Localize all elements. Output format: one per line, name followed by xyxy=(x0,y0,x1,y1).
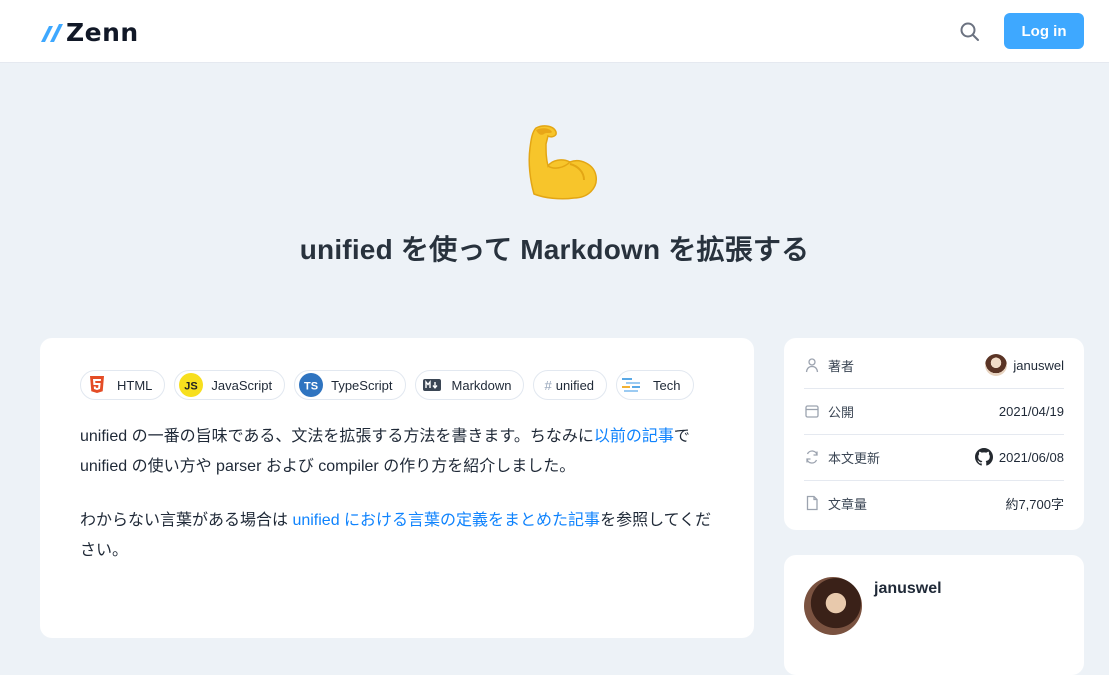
html5-icon xyxy=(85,373,109,397)
logo-text: Zenn xyxy=(66,18,139,47)
author-name[interactable]: januswel xyxy=(874,580,942,598)
updated-date: 2021/06/08 xyxy=(998,449,1064,465)
topic-label: unified xyxy=(555,377,595,393)
flexed-biceps-icon xyxy=(528,125,597,200)
text: unified の一番の旨味である、文法を拡張する方法を書きます。ちなみに xyxy=(80,428,594,445)
search-icon[interactable] xyxy=(958,20,982,44)
topic-list: HTML JS JavaScript TS TypeScript Markdow… xyxy=(80,370,694,400)
article-title: unified を使って Markdown を拡張する xyxy=(299,234,810,265)
paragraph: unified の一番の旨味である、文法を拡張する方法を書きます。ちなみに以前の… xyxy=(80,422,720,482)
topic-typescript[interactable]: TS TypeScript xyxy=(294,370,406,400)
glossary-article-link[interactable]: unified における言葉の定義をまとめた記事 xyxy=(292,512,600,529)
ts-icon: TS xyxy=(299,373,324,397)
topic-label: Markdown xyxy=(451,377,512,393)
author-label: 著者 xyxy=(828,358,855,374)
info-label: 著者 xyxy=(804,356,854,375)
info-row-length: 文章量 約7,700字 xyxy=(804,480,1064,526)
svg-text:TS: TS xyxy=(304,381,318,393)
js-icon: JS xyxy=(179,373,204,397)
zenn-logo-icon xyxy=(41,23,63,42)
info-label: 文章量 xyxy=(804,494,867,513)
length-label: 文章量 xyxy=(828,496,868,512)
markdown-icon xyxy=(420,373,444,397)
paragraph: わからない言葉がある場合は unified における言葉の定義をまとめた記事を参… xyxy=(80,506,720,566)
topic-markdown[interactable]: Markdown xyxy=(414,370,525,400)
author-card: januswel xyxy=(784,555,1084,675)
updated-history-link[interactable]: 2021/06/08 xyxy=(974,448,1064,466)
person-icon xyxy=(805,358,819,373)
tech-icon xyxy=(621,373,645,397)
avatar[interactable] xyxy=(804,577,862,635)
github-icon xyxy=(974,448,993,466)
avatar xyxy=(985,354,1008,376)
text: わからない言葉がある場合は xyxy=(80,512,293,529)
refresh-icon xyxy=(806,450,818,464)
info-label: 公開 xyxy=(804,402,854,421)
topic-label: Tech xyxy=(653,377,681,393)
author-link[interactable]: januswel xyxy=(985,354,1064,376)
document-icon xyxy=(806,495,818,511)
login-button[interactable]: Log in xyxy=(1004,13,1084,49)
info-row-published: 公開 2021/04/19 xyxy=(804,388,1064,435)
info-row-author: 著者 januswel xyxy=(804,342,1064,389)
zenn-logo[interactable]: Zenn xyxy=(40,18,139,47)
previous-article-link[interactable]: 以前の記事 xyxy=(594,428,674,445)
length-value: 約7,700字 xyxy=(1005,496,1064,512)
topic-label: TypeScript xyxy=(331,377,393,393)
published-label: 公開 xyxy=(828,404,855,420)
calendar-icon xyxy=(805,405,819,418)
article-card: HTML JS JavaScript TS TypeScript Markdow… xyxy=(40,338,754,638)
topic-javascript[interactable]: JS JavaScript xyxy=(174,370,286,400)
topic-label: JavaScript xyxy=(211,377,273,393)
article-body: unified の一番の旨味である、文法を拡張する方法を書きます。ちなみに以前の… xyxy=(80,422,720,590)
published-date: 2021/04/19 xyxy=(998,403,1064,419)
site-header: Zenn Log in xyxy=(0,0,1109,63)
hash-icon: # xyxy=(544,377,552,393)
article-info-card: 著者 januswel 公開 2021/04/19 本文更新 2021/06/0… xyxy=(784,338,1084,530)
author-name: januswel xyxy=(1013,357,1064,373)
topic-html[interactable]: HTML xyxy=(80,370,166,400)
topic-unified[interactable]: # unified xyxy=(533,370,608,400)
info-row-updated: 本文更新 2021/06/08 xyxy=(804,434,1064,481)
svg-text:JS: JS xyxy=(185,381,198,393)
info-label: 本文更新 xyxy=(804,448,880,467)
topic-tech[interactable]: Tech xyxy=(616,370,694,400)
topic-label: HTML xyxy=(117,377,153,393)
updated-label: 本文更新 xyxy=(828,450,881,466)
